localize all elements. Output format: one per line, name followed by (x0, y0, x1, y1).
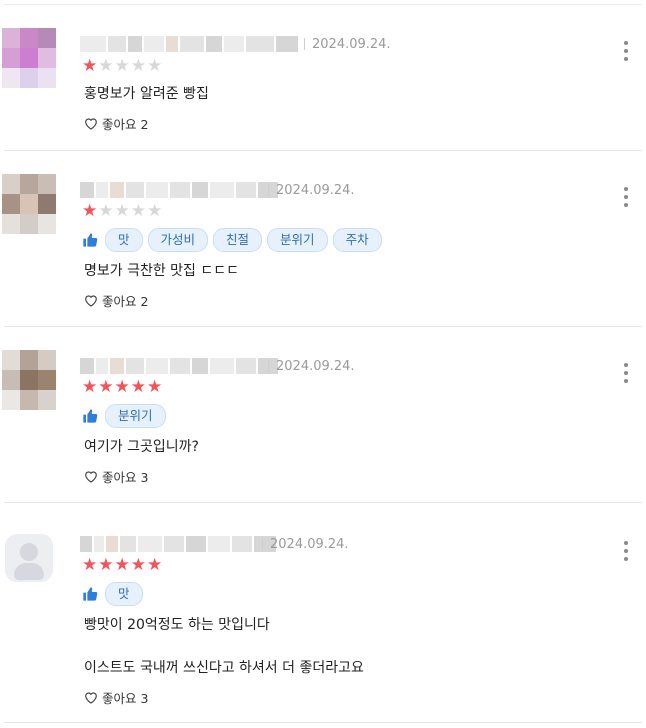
star-icon: ★ (114, 555, 130, 575)
keyword-tag[interactable]: 친절 (213, 228, 263, 252)
star-icon: ★ (147, 201, 163, 221)
star-icon: ★ (82, 201, 98, 221)
more-vertical-icon[interactable] (620, 541, 632, 561)
keyword-tag[interactable]: 분위기 (105, 404, 166, 428)
star-icon: ★ (82, 555, 98, 575)
keyword-tags: 분위기 (82, 404, 166, 428)
review-text: 명보가 극찬한 맛집 ㄷㄷㄷ (84, 263, 240, 279)
avatar[interactable] (2, 28, 56, 88)
like-button[interactable]: 좋아요 2 (84, 291, 148, 310)
star-icon: ★ (130, 56, 146, 76)
reviewer-name-blurred[interactable] (80, 534, 276, 554)
like-button[interactable]: 좋아요 3 (84, 688, 148, 707)
thumbs-up-icon (83, 409, 98, 423)
reviewer-name-blurred[interactable] (80, 356, 278, 376)
avatar[interactable] (2, 174, 56, 234)
star-rating: ★ ★ ★ ★ ★ (82, 378, 162, 396)
review-item: 2024.09.24. ★ ★ ★ ★ ★ 맛 빵맛이 20억정도 하는 맛입니다 이스… (0, 502, 646, 728)
review-text: 여기가 그곳입니까? (84, 439, 199, 455)
star-icon: ★ (114, 56, 130, 76)
keyword-tag[interactable]: 가성비 (147, 228, 209, 252)
star-icon: ★ (98, 56, 114, 76)
keyword-tag[interactable]: 분위기 (267, 228, 328, 252)
thumbs-up-icon (83, 233, 98, 247)
review-date: 2024.09.24. (276, 183, 355, 198)
meta-separator (304, 38, 305, 50)
star-icon: ★ (98, 201, 114, 221)
keyword-tag[interactable]: 주차 (332, 228, 382, 252)
like-label: 좋아요 2 (102, 294, 149, 309)
review-text: 홍명보가 알려준 빵집 (84, 86, 209, 102)
review-list: 2024.09.24. ★ ★ ★ ★ ★ 홍명보가 알려준 빵집 좋아요 2 2024… (0, 0, 646, 728)
star-icon: ★ (130, 555, 146, 575)
star-rating: ★ ★ ★ ★ ★ (82, 202, 162, 220)
star-rating: ★ ★ ★ ★ ★ (82, 556, 162, 574)
review-date: 2024.09.24. (312, 37, 391, 52)
meta-separator (268, 360, 269, 372)
default-profile-icon[interactable] (5, 534, 53, 582)
review-text: 이스트도 국내꺼 쓰신다고 하셔서 더 좋더라고요 (84, 660, 364, 676)
review-item: 2024.09.24. ★ ★ ★ ★ ★ 홍명보가 알려준 빵집 좋아요 2 (0, 0, 646, 150)
avatar[interactable] (2, 350, 56, 410)
review-date: 2024.09.24. (276, 359, 355, 374)
like-button[interactable]: 좋아요 2 (84, 114, 148, 133)
review-divider (4, 722, 642, 723)
like-label: 좋아요 3 (102, 470, 149, 485)
thumbs-up-icon (83, 587, 98, 601)
star-icon: ★ (147, 555, 163, 575)
keyword-tag[interactable]: 맛 (105, 582, 143, 606)
star-icon: ★ (82, 56, 98, 76)
like-label: 좋아요 2 (102, 117, 149, 132)
star-rating: ★ ★ ★ ★ ★ (82, 57, 162, 75)
heart-outline-icon (85, 471, 97, 483)
keyword-tag[interactable]: 맛 (105, 228, 143, 252)
review-item: 2024.09.24. ★ ★ ★ ★ ★ 맛 가성비 친절 분위기 주차 명보가 극찬… (0, 150, 646, 326)
review-item: 2024.09.24. ★ ★ ★ ★ ★ 분위기 여기가 그곳입니까? 좋아요 3 (0, 326, 646, 502)
meta-separator (268, 184, 269, 196)
more-vertical-icon[interactable] (620, 41, 632, 61)
heart-outline-icon (85, 692, 97, 704)
meta-separator (262, 538, 263, 550)
heart-outline-icon (85, 118, 97, 130)
star-icon: ★ (114, 377, 130, 397)
star-icon: ★ (114, 201, 130, 221)
like-button[interactable]: 좋아요 3 (84, 467, 148, 486)
star-icon: ★ (130, 377, 146, 397)
keyword-tags: 맛 가성비 친절 분위기 주차 (82, 228, 382, 252)
reviewer-name-blurred[interactable] (80, 180, 278, 200)
like-label: 좋아요 3 (102, 691, 149, 706)
star-icon: ★ (82, 377, 98, 397)
review-date: 2024.09.24. (270, 537, 349, 552)
star-icon: ★ (147, 377, 163, 397)
reviewer-name-blurred[interactable] (80, 34, 298, 54)
more-vertical-icon[interactable] (620, 187, 632, 207)
review-text: 빵맛이 20억정도 하는 맛입니다 (84, 617, 270, 633)
star-icon: ★ (147, 56, 163, 76)
star-icon: ★ (130, 201, 146, 221)
more-vertical-icon[interactable] (620, 363, 632, 383)
keyword-tags: 맛 (82, 582, 143, 606)
star-icon: ★ (98, 377, 114, 397)
star-icon: ★ (98, 555, 114, 575)
heart-outline-icon (85, 295, 97, 307)
